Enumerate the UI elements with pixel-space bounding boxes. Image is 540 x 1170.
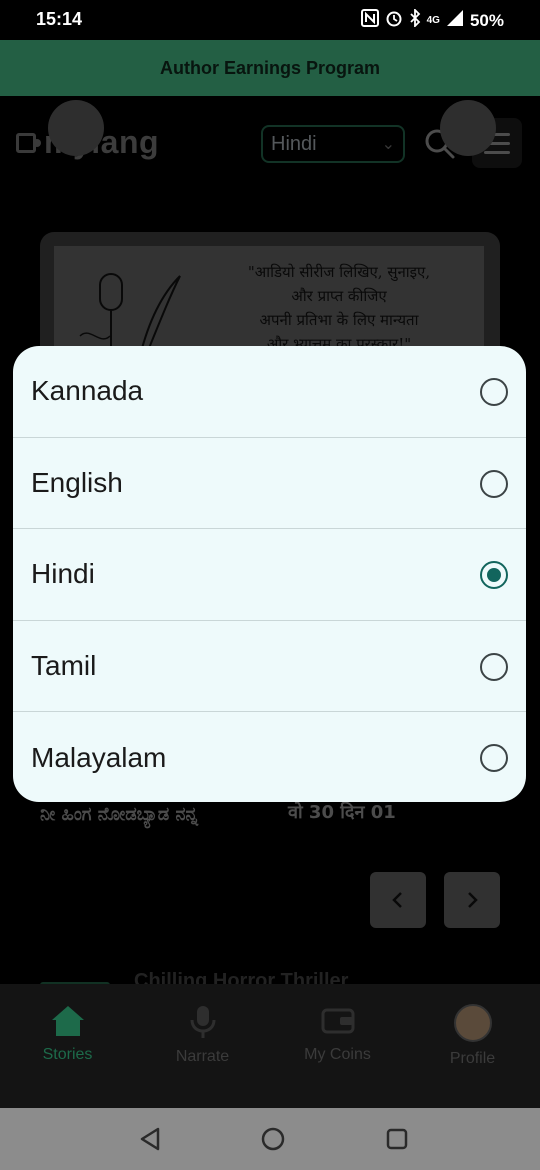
nav-label: Profile bbox=[449, 1050, 496, 1067]
banner-text: Author Earnings Program bbox=[159, 57, 381, 78]
signal-icon bbox=[446, 9, 464, 32]
recents-icon[interactable] bbox=[385, 1127, 409, 1151]
language-option-kannada[interactable]: Kannada bbox=[13, 346, 526, 438]
alarm-icon bbox=[385, 9, 403, 32]
battery-level: 50% bbox=[469, 10, 504, 30]
network-type: 4G bbox=[426, 15, 440, 26]
language-option-malayalam[interactable]: Malayalam bbox=[13, 712, 526, 802]
nav-item-my-coins[interactable]: My Coins bbox=[270, 984, 405, 1108]
status-icons: 4G 50% bbox=[360, 7, 504, 32]
language-option-tamil[interactable]: Tamil bbox=[13, 621, 526, 712]
language-option-label: Kannada bbox=[31, 375, 144, 407]
language-option-label: Tamil bbox=[31, 649, 97, 681]
radio-button[interactable] bbox=[480, 378, 508, 406]
radio-button[interactable] bbox=[480, 469, 508, 498]
language-option-hindi[interactable]: Hindi bbox=[13, 529, 526, 621]
radio-button[interactable] bbox=[480, 652, 508, 681]
nfc-icon bbox=[360, 9, 379, 32]
language-option-english[interactable]: English bbox=[13, 438, 526, 529]
status-time: 15:14 bbox=[36, 9, 83, 29]
nav-item-profile[interactable]: Profile bbox=[405, 984, 540, 1108]
radio-button-selected[interactable] bbox=[480, 561, 508, 589]
avatar bbox=[453, 1004, 492, 1042]
home-circle-icon[interactable] bbox=[260, 1126, 286, 1152]
language-option-label: Hindi bbox=[31, 558, 95, 590]
microphone-icon bbox=[190, 1006, 215, 1038]
back-icon[interactable] bbox=[138, 1126, 162, 1152]
radio-button[interactable] bbox=[480, 744, 508, 772]
bottom-navigation: Stories Narrate My Coins Profile bbox=[0, 984, 540, 1108]
nav-label: Stories bbox=[42, 1046, 93, 1063]
language-option-label: Malayalam bbox=[31, 741, 167, 773]
language-option-label: English bbox=[31, 466, 123, 498]
language-picker-sheet: Kannada English Hindi Tamil Malayalam bbox=[13, 346, 526, 802]
bluetooth-icon bbox=[409, 7, 421, 32]
home-icon bbox=[51, 1006, 84, 1036]
nav-label: My Coins bbox=[304, 1046, 371, 1063]
wallet-icon bbox=[321, 1008, 354, 1034]
nav-item-narrate[interactable]: Narrate bbox=[135, 984, 270, 1108]
system-navigation-bar bbox=[0, 1108, 540, 1170]
nav-label: Narrate bbox=[175, 1048, 230, 1065]
status-bar: 15:14 4G 50% bbox=[0, 0, 540, 40]
nav-item-stories[interactable]: Stories bbox=[0, 984, 135, 1108]
author-earnings-banner[interactable]: Author Earnings Program bbox=[0, 40, 540, 96]
